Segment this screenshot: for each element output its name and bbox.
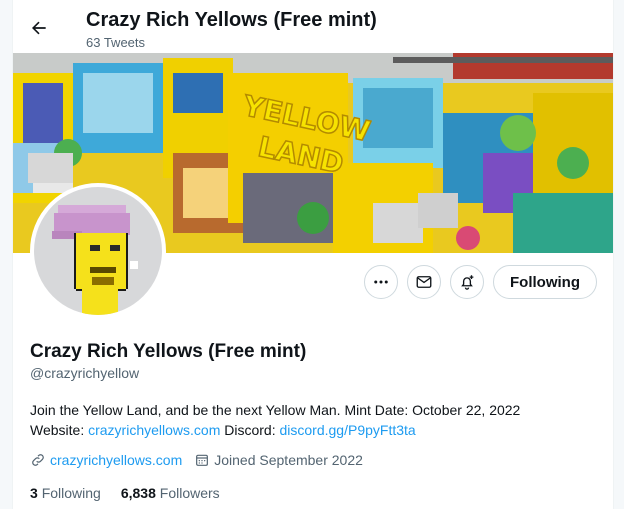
- handle: @crazyrichyellow: [30, 365, 140, 381]
- more-horizontal-icon: [374, 280, 388, 284]
- followers-label: Followers: [159, 485, 220, 501]
- profile-meta: crazyrichyellows.com Joined September 20…: [30, 452, 375, 468]
- calendar-icon: [196, 454, 209, 466]
- back-button[interactable]: [25, 14, 53, 42]
- profile-url-link[interactable]: crazyrichyellows.com: [50, 452, 182, 468]
- join-date-text: Joined September 2022: [214, 452, 363, 468]
- display-name: Crazy Rich Yellows (Free mint): [30, 341, 307, 362]
- bell-plus-icon: [461, 275, 474, 290]
- arrow-left-icon: [32, 21, 46, 35]
- profile-url: crazyrichyellows.com: [30, 452, 182, 468]
- more-button[interactable]: [364, 265, 399, 299]
- join-date: Joined September 2022: [194, 452, 363, 468]
- profile-actions: Following: [364, 265, 597, 299]
- following-label: Following: [41, 485, 101, 501]
- profile-stats: 3 Following 6,838 Followers: [30, 485, 240, 501]
- tweet-count: 63 Tweets: [86, 35, 146, 50]
- header-title: Crazy Rich Yellows (Free mint): [86, 9, 377, 31]
- followers-count: 6,838: [120, 485, 156, 501]
- avatar-pixel-art: [34, 187, 162, 315]
- envelope-icon: [416, 276, 432, 288]
- following-count: 3: [30, 485, 38, 501]
- link-icon: [32, 454, 44, 466]
- following-button[interactable]: Following: [493, 265, 597, 299]
- bio-website-link[interactable]: crazyrichyellows.com: [88, 422, 220, 438]
- profile-column: Crazy Rich Yellows (Free mint) 63 Tweets: [12, 0, 614, 509]
- avatar[interactable]: [30, 183, 166, 319]
- bio-discord-link[interactable]: discord.gg/P9pyFtt3ta: [280, 422, 416, 438]
- profile-header-bar: Crazy Rich Yellows (Free mint) 63 Tweets: [13, 0, 613, 53]
- following-stat[interactable]: 3 Following: [30, 485, 101, 501]
- bio-text: Join the Yellow Land, and be the next Ye…: [30, 402, 521, 418]
- bio-discord-label: Discord:: [224, 422, 276, 438]
- bio: Join the Yellow Land, and be the next Ye…: [30, 400, 596, 440]
- notify-button[interactable]: [450, 265, 485, 299]
- message-button[interactable]: [407, 265, 442, 299]
- followers-stat[interactable]: 6,838 Followers: [121, 485, 220, 501]
- bio-website-label: Website:: [30, 422, 85, 438]
